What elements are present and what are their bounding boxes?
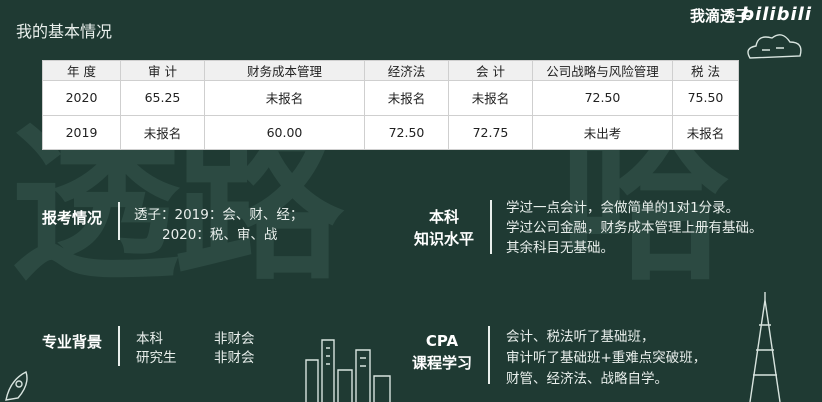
city-skyline-icon	[305, 339, 391, 402]
major-label: 专业背景	[41, 333, 102, 351]
cpa-label-line-2: 课程学习	[411, 354, 472, 372]
enrollment-divider	[118, 202, 120, 240]
cpa-divider	[488, 326, 490, 384]
undergrad-label-line-1: 本科	[428, 208, 459, 226]
table-row: 2020 65.25 未报名 未报名 未报名 72.50 75.50	[42, 80, 739, 116]
cpa-line-1: 会计、税法听了基础班，	[506, 329, 655, 345]
undergrad-line-2: 学过公司金融，财务成本管理上册有基础。	[506, 220, 763, 236]
undergrad-divider	[490, 200, 492, 254]
major-degree-bachelor: 本科	[136, 331, 163, 347]
table-cell: 72.75	[448, 114, 533, 150]
major-degree-master: 研究生	[136, 350, 177, 366]
table-cell: 2020	[42, 80, 121, 116]
undergrad-label-line-2: 知识水平	[413, 230, 474, 248]
page-title: 我的基本情况	[16, 22, 113, 41]
bilibili-logo: bilibili	[741, 4, 812, 25]
table-cell: 未报名	[204, 80, 365, 116]
cpa-line-2: 审计听了基础班+重难点突破班，	[506, 350, 707, 366]
table-cell: 未报名	[120, 114, 205, 150]
enrollment-label: 报考情况	[41, 209, 102, 227]
rocket-doodle-icon	[5, 371, 28, 401]
table-cell: 2019	[42, 114, 121, 150]
col-header-year: 年 度	[42, 60, 121, 81]
major-field-master: 非财会	[214, 350, 255, 366]
cpa-label-line-1: CPA	[425, 332, 459, 350]
table-cell: 未报名	[364, 80, 449, 116]
col-header-accounting: 会 计	[448, 60, 533, 81]
undergrad-line-3: 其余科目无基础。	[506, 240, 614, 256]
major-field-bachelor: 非财会	[214, 331, 255, 347]
table-row: 2019 未报名 60.00 72.50 72.75 未出考 未报名	[42, 114, 739, 150]
col-header-tax-law: 税 法	[672, 60, 739, 81]
radio-tower-icon	[749, 292, 781, 402]
col-header-economic-law: 经济法	[364, 60, 449, 81]
table-cell: 72.50	[532, 80, 673, 116]
table-cell: 72.50	[364, 114, 449, 150]
score-table: 年 度 审 计 财务成本管理 经济法 会 计 公司战略与风险管理 税 法 202…	[42, 60, 739, 150]
cpa-line-3: 财管、经济法、战略自学。	[506, 371, 668, 387]
table-cell: 未报名	[672, 114, 739, 150]
col-header-strategy-risk: 公司战略与风险管理	[532, 60, 673, 81]
table-header-row: 年 度 审 计 财务成本管理 经济法 会 计 公司战略与风险管理 税 法	[42, 60, 739, 81]
undergrad-line-1: 学过一点会计，会做简单的1对1分录。	[506, 200, 740, 216]
cloud-doodle-icon	[747, 34, 802, 59]
table-cell: 65.25	[120, 80, 205, 116]
col-header-financial-cost-management: 财务成本管理	[204, 60, 365, 81]
table-cell: 未出考	[532, 114, 673, 150]
table-cell: 60.00	[204, 114, 365, 150]
table-cell: 未报名	[448, 80, 533, 116]
enrollment-line-1: 透子：2019：会、财、经；	[134, 207, 304, 223]
major-divider	[118, 326, 120, 366]
col-header-audit: 审 计	[120, 60, 205, 81]
table-cell: 75.50	[672, 80, 739, 116]
enrollment-line-2: 2020：税、审、战	[162, 227, 278, 243]
